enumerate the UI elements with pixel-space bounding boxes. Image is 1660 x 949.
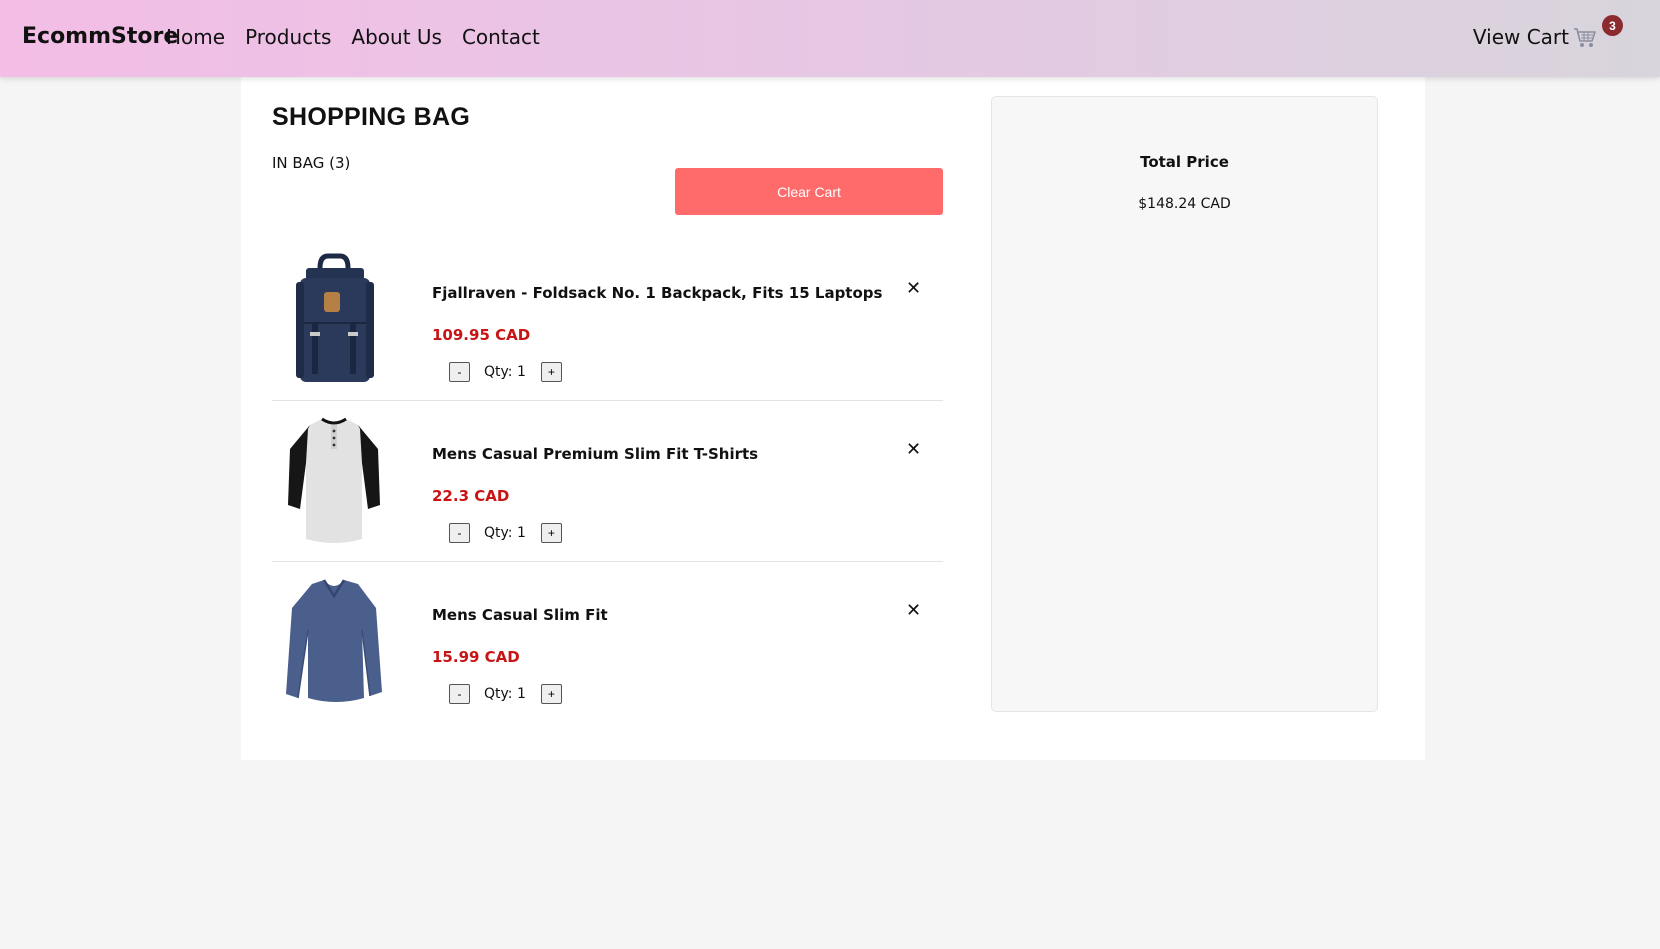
nav-link-home[interactable]: Home [166, 25, 225, 49]
item-price: 15.99 CAD [432, 648, 520, 666]
backpack-image [296, 253, 374, 382]
decrease-qty-button[interactable]: - [449, 684, 470, 704]
nav-link-contact[interactable]: Contact [462, 25, 540, 49]
nav-link-about-us[interactable]: About Us [351, 25, 442, 49]
clear-cart-button[interactable]: Clear Cart [675, 168, 943, 215]
increase-qty-button[interactable]: + [540, 684, 562, 704]
remove-item-icon[interactable]: ✕ [906, 278, 921, 299]
item-price: 109.95 CAD [432, 326, 531, 344]
brand-logo[interactable]: EcommStore [22, 24, 178, 49]
page-title: SHOPPING BAG [272, 103, 471, 131]
decrease-qty-button[interactable]: - [449, 362, 470, 382]
raglan-shirt-image [288, 417, 380, 543]
in-bag-count: IN BAG (3) [272, 154, 351, 172]
total-price-label: Total Price [1140, 153, 1229, 171]
order-summary-panel: Total Price $148.24 CAD [991, 96, 1378, 712]
item-price: 22.3 CAD [432, 487, 510, 505]
remove-item-icon[interactable]: ✕ [906, 600, 921, 621]
quantity-stepper: - Qty: 1 + [449, 523, 562, 543]
nav-links: Home Products About Us Contact [166, 25, 540, 49]
shopping-bag-container: SHOPPING BAG IN BAG (3) Clear Cart Fjall… [241, 77, 1425, 760]
total-price-value: $148.24 CAD [1138, 196, 1231, 212]
view-cart-label: View Cart [1472, 25, 1569, 49]
nav-link-products[interactable]: Products [245, 25, 331, 49]
increase-qty-button[interactable]: + [540, 362, 562, 382]
cart-item: Mens Casual Premium Slim Fit T-Shirts 22… [272, 401, 943, 562]
quantity-stepper: - Qty: 1 + [449, 362, 562, 382]
remove-item-icon[interactable]: ✕ [906, 439, 921, 460]
qty-value: Qty: 1 [484, 525, 526, 541]
view-cart-link[interactable]: View Cart [1473, 25, 1597, 49]
cart-item: Mens Casual Slim Fit 15.99 CAD ✕ - Qty: … [272, 562, 943, 723]
navbar: EcommStore Home Products About Us Contac… [0, 0, 1660, 77]
shopping-cart-icon [1574, 28, 1596, 47]
qty-value: Qty: 1 [484, 364, 526, 380]
long-sleeve-shirt-image [286, 579, 382, 702]
cart-count-badge: 3 [1602, 15, 1623, 36]
item-title[interactable]: Mens Casual Premium Slim Fit T-Shirts [432, 445, 758, 463]
qty-value: Qty: 1 [484, 686, 526, 702]
quantity-stepper: - Qty: 1 + [449, 684, 562, 704]
item-title[interactable]: Mens Casual Slim Fit [432, 606, 608, 624]
item-title[interactable]: Fjallraven - Foldsack No. 1 Backpack, Fi… [432, 284, 882, 302]
decrease-qty-button[interactable]: - [449, 523, 470, 543]
cart-item: Fjallraven - Foldsack No. 1 Backpack, Fi… [272, 240, 943, 401]
increase-qty-button[interactable]: + [540, 523, 562, 543]
